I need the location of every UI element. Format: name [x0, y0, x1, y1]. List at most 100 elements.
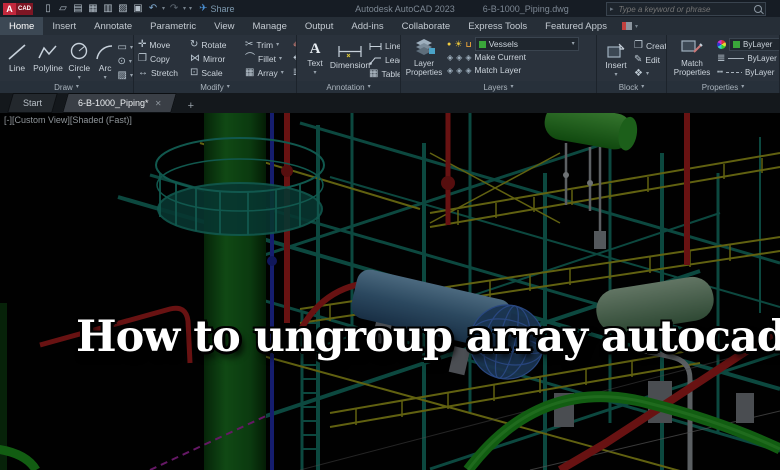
panel-properties-label[interactable]: Properties ▾ — [667, 81, 779, 93]
chevron-down-icon: ▾ — [280, 70, 284, 76]
tool-dimension[interactable]: Dimension — [330, 40, 370, 70]
panel-properties: Match Properties ByLayer ≣ ByLayer ┅ ByL… — [667, 35, 780, 93]
autocad-logo[interactable]: A CAD — [3, 2, 33, 15]
tool-circle[interactable]: Circle ▾ — [65, 38, 94, 82]
panel-block-label[interactable]: Block ▾ — [597, 81, 666, 93]
tool-mirror[interactable]: ⋈ Mirror — [190, 52, 241, 66]
layer-color-swatch — [478, 40, 486, 48]
panel-layers-label[interactable]: Layers ▾ — [401, 81, 596, 93]
tool-array[interactable]: ▦ Array ▾ — [245, 66, 287, 80]
tool-linear[interactable]: Linear ▾ — [369, 39, 400, 53]
tool-line[interactable]: Line — [3, 38, 31, 82]
ribbon-panels: Line Polyline Circle ▾ Arc ▾ ▭ ▾ ⊙ ▾ ▨ ▾… — [0, 35, 780, 94]
chevron-down-icon: ▾ — [641, 84, 645, 90]
layer-tool-icon: ◈ — [456, 65, 463, 75]
rectangle-icon: ▭ — [117, 42, 127, 53]
stretch-icon: ↔ — [138, 67, 148, 78]
chevron-down-icon: ▾ — [313, 69, 317, 76]
tab-featured-apps[interactable]: Featured Apps — [536, 17, 616, 35]
undo-icon[interactable]: ↶ — [146, 2, 160, 15]
tool-edit-block[interactable]: ✎ Edit — [634, 53, 666, 67]
share-label: Share — [210, 3, 235, 14]
tool-leader[interactable]: Leader ▾ — [369, 53, 400, 67]
dimension-icon — [338, 46, 362, 58]
layer-on-icon[interactable]: ● — [447, 41, 451, 48]
lineweight-dropdown[interactable]: ≣ ByLayer — [717, 52, 779, 65]
ribbon-options-button[interactable]: ▾ — [616, 17, 645, 35]
viewport-controls[interactable]: [-][Custom View][Shaded (Fast)] — [4, 115, 132, 125]
chevron-down-icon: ▾ — [571, 41, 575, 47]
tool-rotate[interactable]: ↻ Rotate — [190, 38, 241, 52]
search-expand-icon[interactable]: ▸ — [610, 5, 614, 13]
tab-parametric[interactable]: Parametric — [141, 17, 205, 35]
plot-icon[interactable]: ▥ — [101, 2, 115, 15]
redo-chevron-icon[interactable]: ▾ — [183, 5, 186, 12]
logo-a-icon: A — [3, 2, 16, 15]
tool-create-block[interactable]: ❐ Create — [634, 39, 666, 53]
tab-home[interactable]: Home — [0, 17, 44, 35]
add-icon: + — [187, 99, 194, 112]
tool-text[interactable]: A Text ▾ — [302, 38, 328, 76]
layer-tool-icon: ◈ — [465, 65, 472, 75]
tab-document[interactable]: 6-B-1000_Piping* ✕ — [62, 93, 178, 113]
chevron-down-icon: ▾ — [510, 84, 514, 90]
tab-add-ins[interactable]: Add-ins — [342, 17, 392, 35]
tool-make-current[interactable]: ◈ ◈ ◈ Make Current — [447, 51, 595, 64]
drawing-viewport[interactable]: [-][Custom View][Shaded (Fast)] How to u… — [0, 113, 780, 470]
layer-thaw-icon[interactable]: ☀ — [454, 39, 462, 50]
tab-collaborate[interactable]: Collaborate — [393, 17, 460, 35]
panel-draw-label[interactable]: Draw ▾ — [0, 81, 133, 93]
save-icon[interactable]: ▤ — [71, 2, 85, 15]
tab-insert[interactable]: Insert — [43, 17, 85, 35]
tool-polyline[interactable]: Polyline — [31, 38, 65, 82]
rotate-icon: ↻ — [190, 39, 199, 50]
layer-dropdown[interactable]: Vessels ▾ — [474, 37, 579, 51]
tool-ellipse[interactable]: ⊙ ▾ — [118, 56, 133, 68]
linetype-dropdown[interactable]: ┅ ByLayer — [717, 66, 779, 79]
table-icon: ▦ — [369, 68, 379, 79]
tool-trim[interactable]: ✂ Trim ▾ — [245, 38, 287, 52]
new-file-icon[interactable]: ▯ — [41, 2, 55, 15]
tab-start[interactable]: Start — [7, 93, 58, 113]
tool-stretch[interactable]: ↔ Stretch — [138, 66, 186, 80]
tool-table[interactable]: ▦ Table — [369, 67, 400, 81]
tool-fillet[interactable]: ⌒ Fillet ▾ — [245, 52, 287, 66]
tool-move[interactable]: ✛ Move — [138, 38, 186, 52]
object-color-dropdown[interactable]: ByLayer — [717, 38, 779, 51]
print-icon[interactable]: ▣ — [131, 2, 145, 15]
tab-annotate[interactable]: Annotate — [85, 17, 141, 35]
tool-copy[interactable]: ❐ Copy — [138, 52, 186, 66]
tab-manage[interactable]: Manage — [244, 17, 296, 35]
tool-scale[interactable]: ⊡ Scale — [190, 66, 241, 80]
tab-express-tools[interactable]: Express Tools — [459, 17, 536, 35]
layer-unlock-icon[interactable]: ⊔ — [465, 40, 471, 49]
undo-chevron-icon[interactable]: ▾ — [162, 5, 165, 12]
qat-customize-icon[interactable]: ▾ — [189, 5, 192, 12]
panel-modify-label[interactable]: Modify ▾ — [134, 81, 296, 93]
help-search[interactable]: ▸ — [606, 2, 766, 16]
export-icon[interactable]: ▨ — [116, 2, 130, 15]
panel-annotation-label[interactable]: Annotation ▾ — [297, 81, 400, 93]
redo-icon[interactable]: ↷ — [167, 2, 181, 15]
tool-block-attributes[interactable]: ❖ ▾ — [634, 67, 666, 81]
search-input[interactable] — [616, 3, 751, 15]
share-button[interactable]: ✈ Share — [199, 3, 234, 14]
tool-rectangle[interactable]: ▭ ▾ — [118, 42, 133, 54]
tool-match-properties[interactable]: Match Properties — [669, 38, 715, 78]
tool-match-layer[interactable]: ◈ ◈ ◈ Match Layer — [447, 64, 595, 77]
open-folder-icon[interactable]: ▱ — [56, 2, 70, 15]
tool-arc[interactable]: Arc ▾ — [94, 38, 117, 82]
new-drawing-button[interactable]: + — [183, 98, 198, 113]
file-tab-bar: Start 6-B-1000_Piping* ✕ + — [0, 93, 780, 113]
save-as-icon[interactable]: ▦ — [86, 2, 100, 15]
tab-view[interactable]: View — [205, 17, 243, 35]
tool-insert[interactable]: Insert ▾ — [600, 38, 632, 78]
lineweight-icon: ≣ — [717, 52, 726, 64]
arc-icon — [96, 45, 113, 60]
search-icon[interactable] — [754, 5, 762, 13]
quick-access-toolbar: ▯ ▱ ▤ ▦ ▥ ▨ ▣ ↶ ▾ ↷ ▾ ▾ — [41, 2, 193, 15]
tool-layer-properties[interactable]: Layer Properties — [403, 38, 445, 78]
tool-label: Arc — [98, 63, 112, 73]
tab-output[interactable]: Output — [296, 17, 343, 35]
close-icon[interactable]: ✕ — [155, 99, 162, 108]
